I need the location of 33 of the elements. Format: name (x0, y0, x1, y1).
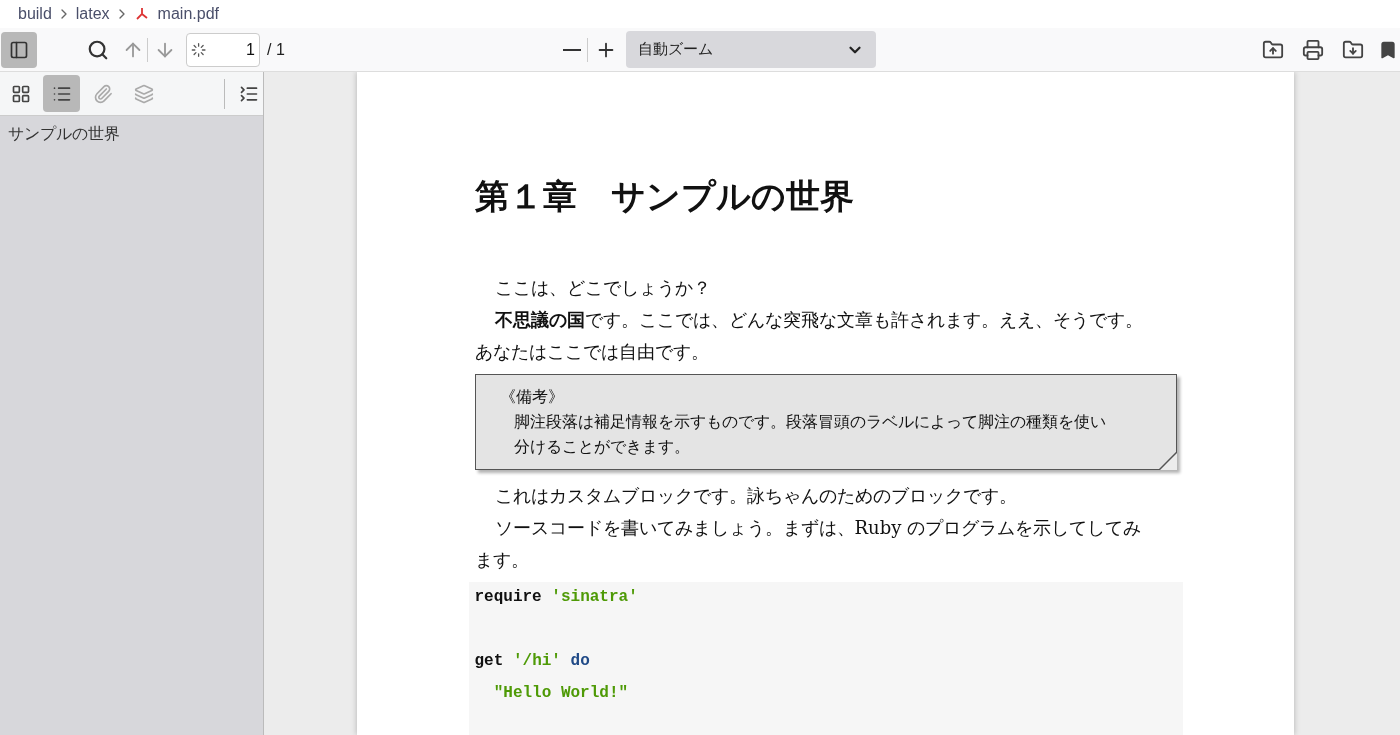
code-line: "Hello World!" (492, 684, 629, 702)
paragraph-line: ここは、どこでしょうか？ (493, 276, 712, 300)
note-label: 《備考》 (499, 386, 565, 408)
paragraph-line: あなたはここでは自由です。 (474, 340, 710, 364)
code-line: require 'sinatra' (474, 588, 638, 606)
sidebar-icon (9, 39, 29, 60)
outline-item[interactable]: サンプルの世界 (0, 116, 263, 146)
zoom-select[interactable]: 自動ズーム (625, 31, 876, 68)
breadcrumb-item[interactable]: main.pdf (157, 2, 219, 26)
sidebar-toggle-button[interactable] (1, 31, 37, 68)
bookmark-icon (1378, 39, 1398, 60)
chapter-title: 第１章 サンプルの世界 (474, 176, 855, 216)
folder-upload-icon (1262, 38, 1284, 61)
paragraph-line: ます。 (474, 548, 530, 572)
grid-icon (10, 83, 31, 104)
print-icon (1302, 38, 1324, 61)
layers-icon (133, 83, 154, 104)
page-number-field[interactable]: 1 (186, 32, 260, 67)
collapse-list-icon (239, 83, 259, 104)
page-count: / 1 (267, 39, 285, 60)
breadcrumb-item[interactable]: build (18, 2, 52, 26)
note-line: 脚注段落は補足情報を示すものです。段落冒頭のラベルによって脚注の種類を使い (512, 411, 1107, 433)
paragraph-line: ソースコードを書いてみましょう。まずは、Ruby のプログラムを示してしてみ (493, 516, 1143, 540)
code-line: get '/hi' do (474, 652, 590, 670)
page-number-input[interactable]: 1 (206, 37, 255, 62)
breadcrumb-item[interactable]: latex (75, 2, 110, 26)
folder-download-icon (1342, 38, 1364, 61)
search-icon (87, 38, 109, 61)
paragraph-line: 不思議の国です。ここでは、どんな突飛な文章も許されます。ええ、そうです。 (493, 308, 1144, 332)
note-line: 分けることができます。 (512, 436, 691, 458)
paragraph-line: これはカスタムブロックです。詠ちゃんのためのブロックです。 (493, 484, 1018, 508)
paperclip-icon (92, 83, 113, 104)
minus-icon (562, 48, 581, 51)
